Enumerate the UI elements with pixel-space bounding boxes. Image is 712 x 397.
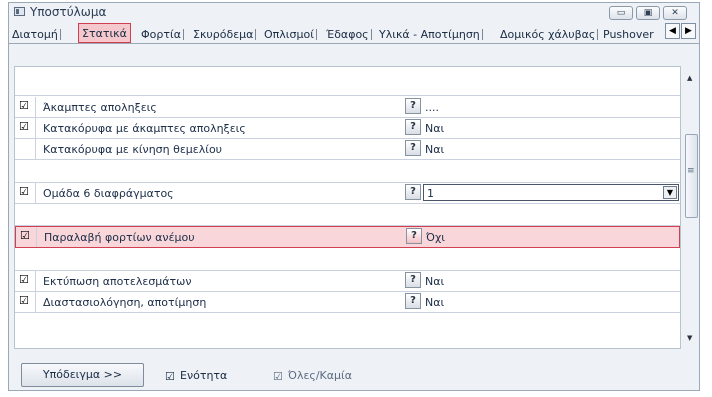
chevron-down-icon[interactable]: ▼ (663, 186, 677, 199)
app-icon (14, 7, 25, 16)
tab-structural-steel[interactable]: Δομικός χάλυβας (500, 26, 599, 43)
grid-divider (35, 139, 36, 159)
unit-checkbox[interactable]: ☑ Ενότητα (165, 369, 227, 382)
row-value[interactable]: Ναι (425, 122, 444, 135)
column-properties-window: Υποστύλωμα ▭ ▣ ✕ Διατομή Στατικά Φορτία … (8, 2, 700, 391)
row-checkbox[interactable] (19, 142, 30, 153)
help-button[interactable]: ? (405, 293, 421, 309)
grid-spacer-row (15, 160, 680, 183)
row-value[interactable]: .... (425, 101, 439, 114)
maximize-button[interactable]: ▣ (636, 6, 660, 20)
tab-strip: Διατομή Στατικά Φορτία Σκυρόδεμα Οπλισμο… (9, 23, 699, 44)
select-value: 1 (427, 187, 434, 200)
row-print-results[interactable]: ☑ Εκτύπωση αποτελεσμάτων ? Ναι (15, 271, 680, 292)
help-button[interactable]: ? (406, 228, 422, 244)
sample-button[interactable]: Υπόδειγμα >> (21, 363, 144, 387)
tab-scroll-left-icon[interactable]: ◀ (665, 23, 680, 39)
properties-grid: ☑ Άκαμπτες αποληξεις ? .... ☑ Κατακόρυφα… (14, 66, 681, 349)
grid-divider (35, 183, 36, 203)
minimize-button[interactable]: ▭ (609, 6, 633, 20)
scroll-down-icon[interactable]: ▼ (687, 334, 692, 342)
tab-reinforcement[interactable]: Οπλισμοί (264, 26, 317, 43)
row-vertical-foundation-motion[interactable]: Κατακόρυφα με κίνηση θεμελίου ? Ναι (15, 139, 680, 160)
row-label: Άκαμπτες αποληξεις (43, 101, 157, 114)
grid-divider (35, 97, 36, 117)
grid-divider (35, 271, 36, 291)
help-button[interactable]: ? (405, 140, 421, 156)
row-checkbox[interactable]: ☑ (19, 274, 30, 285)
help-button[interactable]: ? (405, 184, 421, 200)
all-none-checkbox[interactable]: ☑ Όλες/Καμία (273, 369, 352, 382)
diaphragm-group-select[interactable]: 1 ▼ (423, 184, 679, 201)
scrollbar-thumb[interactable] (685, 134, 698, 218)
row-label: Κατακόρυφα με κίνηση θεμελίου (43, 143, 223, 156)
grid-divider (35, 118, 36, 138)
row-label: Εκτύπωση αποτελεσμάτων (43, 275, 192, 288)
unit-checkbox-label: Ενότητα (180, 369, 228, 382)
window-title: Υποστύλωμα (30, 5, 107, 19)
grid-divider (35, 292, 36, 312)
row-checkbox[interactable]: ☑ (19, 121, 30, 132)
row-wind-loads[interactable]: ☑ Παραλαβή φορτίων ανέμου ? Όχι (15, 226, 680, 248)
row-label: Διαστασιολόγηση, αποτίμηση (43, 296, 207, 309)
row-checkbox[interactable]: ☑ (19, 100, 30, 111)
grid-spacer-row (15, 204, 680, 226)
row-value[interactable]: Ναι (425, 275, 444, 288)
grid-spacer-row (15, 249, 680, 271)
help-button[interactable]: ? (405, 119, 421, 135)
scroll-up-icon[interactable]: ▲ (687, 74, 692, 82)
row-rigid-ends[interactable]: ☑ Άκαμπτες αποληξεις ? .... (15, 97, 680, 118)
checkbox-checked-icon[interactable]: ☑ (165, 371, 176, 382)
row-label: Κατακόρυφα με άκαμπτες αποληξεις (43, 122, 246, 135)
checkbox-checked-icon[interactable]: ☑ (273, 371, 284, 382)
scroll-grip-icon: ≡ (687, 166, 695, 176)
tab-static[interactable]: Στατικά (78, 23, 131, 43)
row-value[interactable]: Ναι (425, 296, 444, 309)
vertical-scrollbar[interactable]: ▲ ≡ ▼ (683, 66, 699, 349)
row-label: Ομάδα 6 διαφράγματος (43, 187, 174, 200)
close-button[interactable]: ✕ (663, 6, 687, 20)
row-checkbox[interactable]: ☑ (20, 230, 31, 241)
row-checkbox[interactable]: ☑ (19, 295, 30, 306)
tab-scroll-right-icon[interactable]: ▶ (681, 23, 696, 39)
footer-bar: Υπόδειγμα >> ☑ Ενότητα ☑ Όλες/Καμία (9, 349, 699, 392)
title-bar: Υποστύλωμα ▭ ▣ ✕ (9, 3, 699, 21)
tab-soil[interactable]: Έδαφος (326, 26, 372, 43)
grid-divider (36, 227, 37, 247)
row-design-assessment[interactable]: ☑ Διαστασιολόγηση, αποτίμηση ? Ναι (15, 292, 680, 313)
tab-loads[interactable]: Φορτία (141, 26, 184, 43)
tab-materials-assessment[interactable]: Υλικά - Αποτίμηση (379, 26, 483, 43)
tab-pushover[interactable]: Pushover (603, 26, 654, 43)
row-vertical-rigid-ends[interactable]: ☑ Κατακόρυφα με άκαμπτες αποληξεις ? Ναι (15, 118, 680, 139)
row-label: Παραλαβή φορτίων ανέμου (44, 231, 195, 244)
help-button[interactable]: ? (405, 98, 421, 114)
row-checkbox[interactable]: ☑ (19, 186, 30, 197)
row-diaphragm-group[interactable]: ☑ Ομάδα 6 διαφράγματος ? 1 ▼ (15, 183, 680, 204)
grid-spacer-row (15, 67, 680, 96)
tab-concrete[interactable]: Σκυρόδεμα (193, 26, 257, 43)
tab-section[interactable]: Διατομή (12, 26, 61, 43)
row-value[interactable]: Όχι (426, 231, 445, 244)
help-button[interactable]: ? (405, 272, 421, 288)
all-none-checkbox-label: Όλες/Καμία (288, 369, 352, 382)
row-value[interactable]: Ναι (425, 143, 444, 156)
